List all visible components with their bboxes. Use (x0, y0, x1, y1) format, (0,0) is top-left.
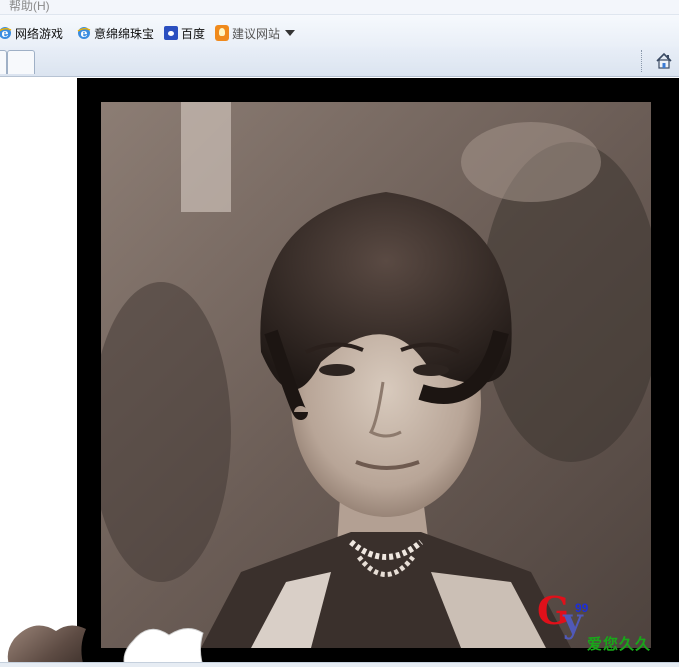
favorite-label: 建议网站 (232, 26, 281, 41)
portrait-photo (101, 102, 651, 648)
favorite-link-jewelry[interactable]: e 意绵绵珠宝 (77, 24, 154, 42)
ie-icon: e (0, 26, 12, 40)
watermark-number: 99 (575, 601, 589, 615)
text-edge-fragment (675, 118, 679, 638)
toolbar-separator (641, 50, 643, 72)
watermark-text: 爱您久久 (587, 636, 652, 653)
ie-icon: e (77, 26, 91, 40)
baidu-paw-icon (164, 26, 178, 40)
favorite-link-baidu[interactable]: 百度 (164, 24, 205, 42)
tab-bar (0, 47, 679, 77)
status-bar-edge (0, 662, 679, 667)
new-tab-button[interactable] (7, 50, 35, 74)
tab-current[interactable] (0, 50, 7, 74)
home-icon[interactable] (655, 52, 673, 70)
favorite-label: 网络游戏 (15, 26, 64, 41)
suggest-bulb-icon (215, 25, 229, 41)
menu-help[interactable]: 帮助(H) (9, 0, 50, 14)
favorite-link-suggested-sites[interactable]: 建议网站 (215, 24, 296, 42)
favorite-label: 意绵绵珠宝 (94, 26, 155, 41)
favorite-label: 百度 (181, 26, 206, 41)
favorite-link-online-games[interactable]: e 网络游戏 (0, 24, 63, 42)
decorative-bubble-shape-light (123, 628, 204, 667)
photo-frame (77, 78, 679, 662)
decorative-bubble-shape-dark (7, 625, 86, 667)
chevron-down-icon[interactable] (285, 30, 296, 36)
page-content (0, 78, 679, 667)
favorites-bar: e 网络游戏 e 意绵绵珠宝 百度 建议网站 (0, 14, 679, 47)
menu-bar: 帮助(H) (0, 0, 679, 14)
